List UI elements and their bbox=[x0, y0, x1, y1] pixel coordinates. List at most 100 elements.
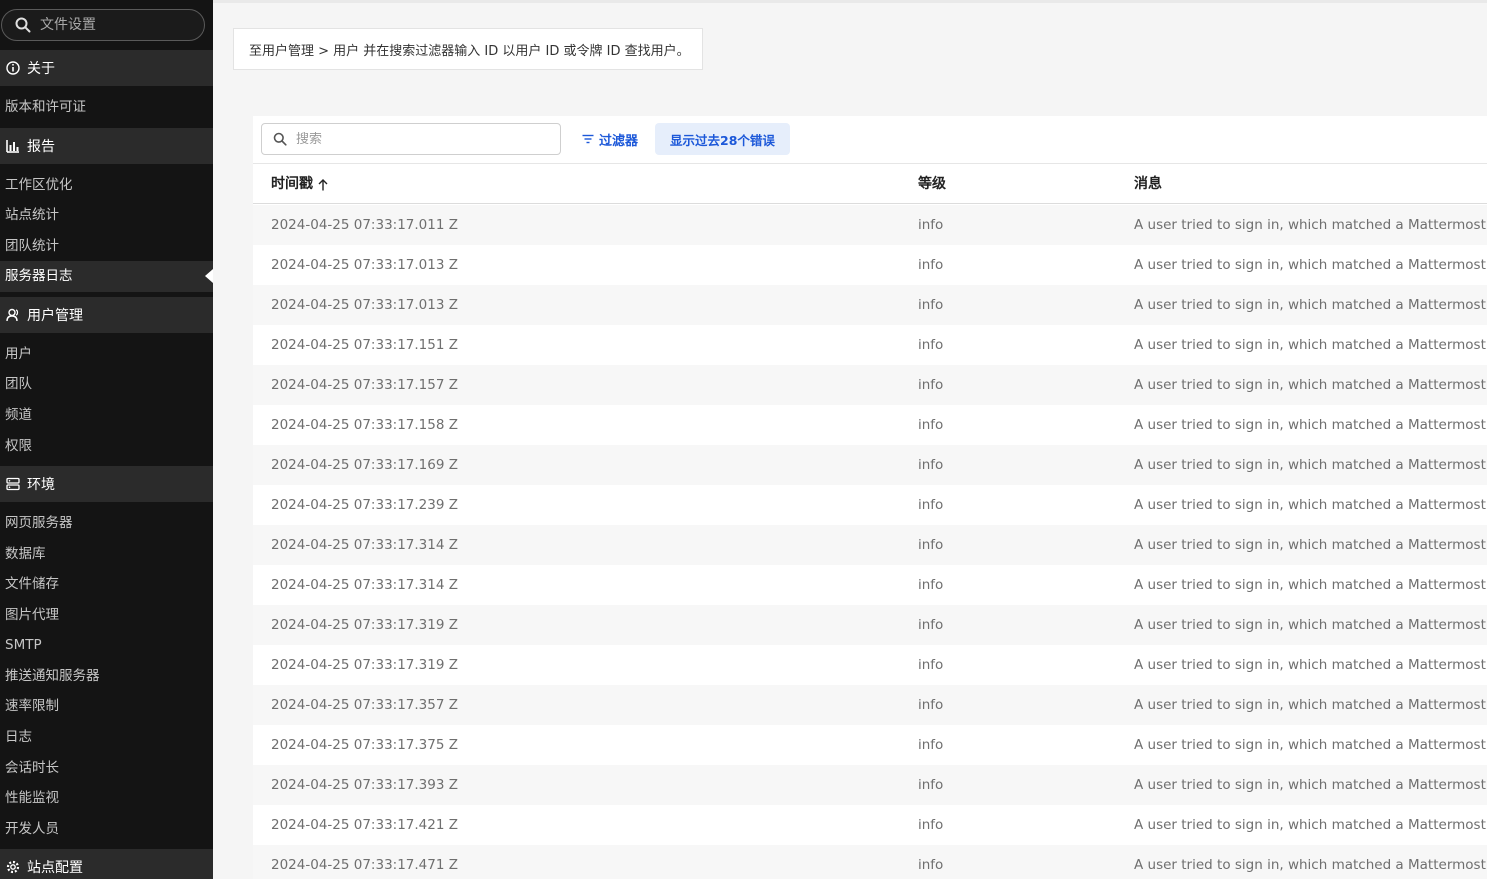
cell-message: A user tried to sign in, which matched a… bbox=[1134, 537, 1487, 553]
column-header-level: 等级 bbox=[918, 176, 946, 192]
table-row[interactable]: 2024-04-25 07:33:17.151 Z info A user trie… bbox=[253, 325, 1487, 365]
logs-table-body: 2024-04-25 07:33:17.011 Z info A user trie… bbox=[253, 205, 1487, 879]
sidebar-item-smtp[interactable]: SMTP bbox=[5, 634, 205, 656]
cell-level: info bbox=[918, 817, 944, 833]
cell-message: A user tried to sign in, which matched a… bbox=[1134, 617, 1487, 633]
sidebar-item-rate-limiting[interactable]: 速率限制 bbox=[5, 695, 205, 717]
sidebar-item-workspace-optimization[interactable]: 工作区优化 bbox=[5, 174, 205, 196]
settings-search-input[interactable] bbox=[40, 17, 190, 33]
sidebar-section-label: 关于 bbox=[27, 61, 55, 77]
table-row[interactable]: 2024-04-25 07:33:17.013 Z info A user trie… bbox=[253, 245, 1487, 285]
cell-message: A user tried to sign in, which matched a… bbox=[1134, 217, 1487, 233]
table-row[interactable]: 2024-04-25 07:33:17.239 Z info A user trie… bbox=[253, 485, 1487, 525]
table-row[interactable]: 2024-04-25 07:33:17.158 Z info A user trie… bbox=[253, 405, 1487, 445]
sidebar-item-license[interactable]: 版本和许可证 bbox=[5, 96, 205, 118]
cell-message: A user tried to sign in, which matched a… bbox=[1134, 297, 1487, 313]
sidebar-item-server-logs[interactable]: 服务器日志 bbox=[0, 261, 213, 292]
filter-button[interactable]: 过滤器 bbox=[581, 126, 638, 152]
cell-message: A user tried to sign in, which matched a… bbox=[1134, 657, 1487, 673]
column-header-label: 时间戳 bbox=[271, 176, 313, 192]
table-row[interactable]: 2024-04-25 07:33:17.393 Z info A user trie… bbox=[253, 765, 1487, 805]
search-icon bbox=[14, 16, 32, 34]
table-row[interactable]: 2024-04-25 07:33:17.421 Z info A user trie… bbox=[253, 805, 1487, 845]
sidebar-item-permissions[interactable]: 权限 bbox=[5, 435, 205, 457]
info-banner: 至用户管理 > 用户 并在搜索过滤器输入 ID 以用户 ID 或令牌 ID 查找… bbox=[233, 28, 703, 70]
active-pointer-icon bbox=[205, 269, 213, 283]
cell-timestamp: 2024-04-25 07:33:17.151 Z bbox=[271, 337, 458, 353]
cell-message: A user tried to sign in, which matched a… bbox=[1134, 257, 1487, 273]
cell-level: info bbox=[918, 697, 944, 713]
cell-level: info bbox=[918, 337, 944, 353]
cell-timestamp: 2024-04-25 07:33:17.357 Z bbox=[271, 697, 458, 713]
table-row[interactable]: 2024-04-25 07:33:17.314 Z info A user trie… bbox=[253, 565, 1487, 605]
sidebar-item-team-statistics[interactable]: 团队统计 bbox=[5, 235, 205, 257]
settings-search[interactable] bbox=[1, 9, 205, 41]
sidebar-item-database[interactable]: 数据库 bbox=[5, 543, 205, 565]
cell-timestamp: 2024-04-25 07:33:17.314 Z bbox=[271, 537, 458, 553]
cell-timestamp: 2024-04-25 07:33:17.169 Z bbox=[271, 457, 458, 473]
table-row[interactable]: 2024-04-25 07:33:17.375 Z info A user trie… bbox=[253, 725, 1487, 765]
table-row[interactable]: 2024-04-25 07:33:17.319 Z info A user trie… bbox=[253, 645, 1487, 685]
table-row[interactable]: 2024-04-25 07:33:17.319 Z info A user trie… bbox=[253, 605, 1487, 645]
bar-chart-icon bbox=[5, 138, 21, 154]
cell-level: info bbox=[918, 417, 944, 433]
table-row[interactable]: 2024-04-25 07:33:17.011 Z info A user trie… bbox=[253, 205, 1487, 245]
cell-level: info bbox=[918, 217, 944, 233]
info-icon bbox=[5, 60, 21, 76]
sidebar-item-push-notification-server[interactable]: 推送通知服务器 bbox=[5, 665, 205, 687]
cell-level: info bbox=[918, 657, 944, 673]
sidebar-section-label: 站点配置 bbox=[27, 860, 83, 876]
info-banner-text: 至用户管理 > 用户 并在搜索过滤器输入 ID 以用户 ID 或令牌 ID 查找… bbox=[249, 43, 690, 59]
cell-level: info bbox=[918, 737, 944, 753]
column-header-timestamp[interactable]: 时间戳 bbox=[271, 165, 329, 204]
sidebar-item-image-proxy[interactable]: 图片代理 bbox=[5, 604, 205, 626]
log-search-box[interactable] bbox=[261, 123, 561, 155]
cell-timestamp: 2024-04-25 07:33:17.239 Z bbox=[271, 497, 458, 513]
sidebar-section-user-management: 用户管理 bbox=[0, 297, 213, 333]
sidebar: 关于 版本和许可证 报告 工作区优化 站点统计 团队统计 服务器日志 用户管理 … bbox=[0, 0, 213, 879]
cell-timestamp: 2024-04-25 07:33:17.013 Z bbox=[271, 297, 458, 313]
cell-message: A user tried to sign in, which matched a… bbox=[1134, 377, 1487, 393]
cell-timestamp: 2024-04-25 07:33:17.157 Z bbox=[271, 377, 458, 393]
cell-level: info bbox=[918, 457, 944, 473]
column-header-message: 消息 bbox=[1134, 176, 1162, 192]
sidebar-item-performance-monitoring[interactable]: 性能监视 bbox=[5, 787, 205, 809]
show-errors-button[interactable]: 显示过去28个错误 bbox=[655, 123, 790, 155]
sidebar-item-teams[interactable]: 团队 bbox=[5, 373, 205, 395]
cell-level: info bbox=[918, 857, 944, 873]
cell-message: A user tried to sign in, which matched a… bbox=[1134, 737, 1487, 753]
cell-timestamp: 2024-04-25 07:33:17.375 Z bbox=[271, 737, 458, 753]
sidebar-item-site-statistics[interactable]: 站点统计 bbox=[5, 204, 205, 226]
sidebar-section-site-configuration: 站点配置 bbox=[0, 849, 213, 879]
sidebar-item-label: 服务器日志 bbox=[5, 268, 73, 284]
sort-arrow-up-icon bbox=[317, 178, 329, 192]
sidebar-section-label: 环境 bbox=[27, 477, 55, 493]
cell-timestamp: 2024-04-25 07:33:17.013 Z bbox=[271, 257, 458, 273]
table-row[interactable]: 2024-04-25 07:33:17.357 Z info A user trie… bbox=[253, 685, 1487, 725]
table-row[interactable]: 2024-04-25 07:33:17.314 Z info A user trie… bbox=[253, 525, 1487, 565]
cell-message: A user tried to sign in, which matched a… bbox=[1134, 577, 1487, 593]
main-content: 至用户管理 > 用户 并在搜索过滤器输入 ID 以用户 ID 或令牌 ID 查找… bbox=[213, 0, 1487, 879]
table-row[interactable]: 2024-04-25 07:33:17.471 Z info A user trie… bbox=[253, 845, 1487, 879]
sidebar-item-channels[interactable]: 频道 bbox=[5, 404, 205, 426]
sidebar-item-web-server[interactable]: 网页服务器 bbox=[5, 512, 205, 534]
table-row[interactable]: 2024-04-25 07:33:17.013 Z info A user trie… bbox=[253, 285, 1487, 325]
cell-level: info bbox=[918, 377, 944, 393]
sidebar-item-file-storage[interactable]: 文件储存 bbox=[5, 573, 205, 595]
cell-level: info bbox=[918, 537, 944, 553]
table-row[interactable]: 2024-04-25 07:33:17.157 Z info A user trie… bbox=[253, 365, 1487, 405]
cell-timestamp: 2024-04-25 07:33:17.393 Z bbox=[271, 777, 458, 793]
cell-message: A user tried to sign in, which matched a… bbox=[1134, 497, 1487, 513]
sidebar-item-logging[interactable]: 日志 bbox=[5, 726, 205, 748]
log-search-input[interactable] bbox=[296, 131, 546, 147]
sidebar-section-reporting: 报告 bbox=[0, 128, 213, 164]
table-row[interactable]: 2024-04-25 07:33:17.169 Z info A user trie… bbox=[253, 445, 1487, 485]
filter-button-label: 过滤器 bbox=[599, 133, 639, 149]
sidebar-item-session-lengths[interactable]: 会话时长 bbox=[5, 757, 205, 779]
cell-timestamp: 2024-04-25 07:33:17.421 Z bbox=[271, 817, 458, 833]
sidebar-item-users[interactable]: 用户 bbox=[5, 343, 205, 365]
cell-level: info bbox=[918, 777, 944, 793]
cell-message: A user tried to sign in, which matched a… bbox=[1134, 337, 1487, 353]
server-logs-panel: 过滤器 显示过去28个错误 时间戳 等级 消息 2024-04-25 07:33… bbox=[253, 116, 1487, 879]
sidebar-item-developer[interactable]: 开发人员 bbox=[5, 818, 205, 840]
